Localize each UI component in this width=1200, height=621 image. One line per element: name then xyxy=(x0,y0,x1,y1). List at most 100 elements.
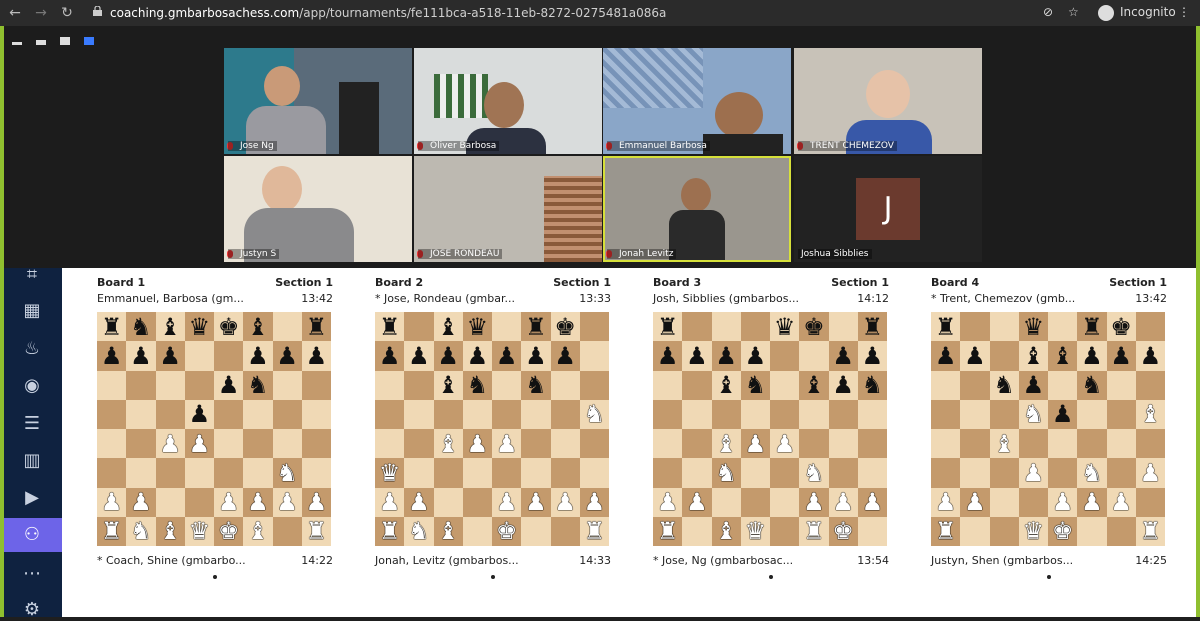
board-square[interactable] xyxy=(155,487,185,517)
board-square[interactable] xyxy=(272,429,302,459)
board-square[interactable] xyxy=(214,429,244,459)
board-square[interactable] xyxy=(989,341,1019,371)
board-square[interactable] xyxy=(184,487,214,517)
white-pawn-icon[interactable]: ♟ xyxy=(130,490,152,514)
board-square[interactable]: ♟ xyxy=(653,487,683,517)
black-bishop-icon[interactable]: ♝ xyxy=(715,373,737,397)
board-square[interactable] xyxy=(857,399,887,429)
board-square[interactable] xyxy=(1077,429,1107,459)
board-square[interactable]: ♟ xyxy=(682,341,712,371)
board-square[interactable] xyxy=(375,399,405,429)
board-square[interactable]: ♛ xyxy=(462,312,492,342)
settings-gear-icon[interactable]: ⚙ xyxy=(21,599,43,621)
board-square[interactable] xyxy=(989,458,1019,488)
board-square[interactable] xyxy=(770,487,800,517)
black-pawn-icon[interactable]: ♟ xyxy=(1023,373,1045,397)
board-pager-dot[interactable] xyxy=(769,575,773,579)
board-square[interactable] xyxy=(1106,399,1136,429)
board-square[interactable] xyxy=(1135,429,1165,459)
board-square[interactable]: ♛ xyxy=(1018,312,1048,342)
board-square[interactable]: ♛ xyxy=(770,312,800,342)
black-bishop-icon[interactable]: ♝ xyxy=(159,315,181,339)
view-medium-icon[interactable] xyxy=(60,37,71,45)
board-square[interactable]: ♞ xyxy=(1077,458,1107,488)
board-square[interactable] xyxy=(579,341,609,371)
black-queen-icon[interactable]: ♛ xyxy=(1023,315,1045,339)
black-knight-icon[interactable]: ♞ xyxy=(130,315,152,339)
board-square[interactable] xyxy=(960,370,990,400)
board-square[interactable]: ♟ xyxy=(711,341,741,371)
board-square[interactable]: ♟ xyxy=(462,429,492,459)
black-pawn-icon[interactable]: ♟ xyxy=(247,344,269,368)
video-tile[interactable]: TRENT CHEMEZOV xyxy=(794,48,982,154)
board-square[interactable] xyxy=(682,516,712,546)
black-pawn-icon[interactable]: ♟ xyxy=(1110,344,1132,368)
board-square[interactable] xyxy=(243,458,273,488)
white-pawn-icon[interactable]: ♟ xyxy=(496,490,518,514)
board-square[interactable]: ♟ xyxy=(828,487,858,517)
board-square[interactable]: ♟ xyxy=(97,341,127,371)
white-pawn-icon[interactable]: ♟ xyxy=(306,490,328,514)
white-rook-icon[interactable]: ♜ xyxy=(584,519,606,543)
board-square[interactable]: ♝ xyxy=(711,370,741,400)
black-rook-icon[interactable]: ♜ xyxy=(379,315,401,339)
chessboard[interactable]: ♜ ♞ ♝ ♛ ♚ ♝ ♜ ♟ ♟ ♟ ♟ ♟ ♟ ♟ ♞ ♟ ♟ ♟ ♞ ♟ ♟ ♟ ♟ ♟ ♟ ♜ ♞ ♝ ♛ ♚ ♝ ♜ xyxy=(97,312,331,546)
white-queen-icon[interactable]: ♛ xyxy=(379,461,401,485)
board-square[interactable]: ♟ xyxy=(579,487,609,517)
board-square[interactable] xyxy=(462,516,492,546)
white-pawn-icon[interactable]: ♟ xyxy=(1081,490,1103,514)
board-square[interactable]: ♞ xyxy=(989,370,1019,400)
white-pawn-icon[interactable]: ♟ xyxy=(832,490,854,514)
board-square[interactable]: ♟ xyxy=(126,487,156,517)
board-square[interactable] xyxy=(653,429,683,459)
board-square[interactable]: ♟ xyxy=(301,341,331,371)
board-square[interactable] xyxy=(1077,516,1107,546)
board-square[interactable] xyxy=(1106,458,1136,488)
white-bishop-icon[interactable]: ♝ xyxy=(247,519,269,543)
board-square[interactable] xyxy=(550,458,580,488)
board-square[interactable] xyxy=(521,516,551,546)
board-square[interactable]: ♟ xyxy=(492,341,522,371)
board-square[interactable]: ♟ xyxy=(404,487,434,517)
board-square[interactable]: ♝ xyxy=(711,429,741,459)
white-pawn-icon[interactable]: ♟ xyxy=(745,432,767,456)
black-pawn-icon[interactable]: ♟ xyxy=(379,344,401,368)
board-square[interactable]: ♚ xyxy=(799,312,829,342)
board-square[interactable]: ♜ xyxy=(97,312,127,342)
board-square[interactable] xyxy=(155,370,185,400)
black-bishop-icon[interactable]: ♝ xyxy=(803,373,825,397)
board-square[interactable] xyxy=(740,487,770,517)
white-rook-icon[interactable]: ♜ xyxy=(803,519,825,543)
board-square[interactable] xyxy=(770,516,800,546)
board-square[interactable] xyxy=(1135,487,1165,517)
board-square[interactable]: ♟ xyxy=(1018,458,1048,488)
board-square[interactable] xyxy=(682,312,712,342)
gallery-view-icon[interactable] xyxy=(84,37,95,45)
board-square[interactable]: ♟ xyxy=(155,341,185,371)
white-queen-icon[interactable]: ♛ xyxy=(745,519,767,543)
board-square[interactable]: ♟ xyxy=(653,341,683,371)
black-king-icon[interactable]: ♚ xyxy=(803,315,825,339)
board-square[interactable] xyxy=(1048,429,1078,459)
board-square[interactable] xyxy=(740,312,770,342)
board-square[interactable] xyxy=(184,341,214,371)
black-pawn-icon[interactable]: ♟ xyxy=(832,344,854,368)
board-square[interactable]: ♟ xyxy=(1135,341,1165,371)
board-square[interactable] xyxy=(799,399,829,429)
board-square[interactable]: ♟ xyxy=(492,429,522,459)
black-queen-icon[interactable]: ♛ xyxy=(774,315,796,339)
board-square[interactable] xyxy=(960,429,990,459)
black-rook-icon[interactable]: ♜ xyxy=(657,315,679,339)
play-icon[interactable]: ▶ xyxy=(21,487,43,509)
eye-off-icon[interactable]: ⊘ xyxy=(1043,5,1053,19)
board-square[interactable] xyxy=(521,429,551,459)
black-pawn-icon[interactable]: ♟ xyxy=(467,344,489,368)
board-square[interactable] xyxy=(126,458,156,488)
board-square[interactable] xyxy=(492,399,522,429)
board-square[interactable]: ♟ xyxy=(550,487,580,517)
board-square[interactable] xyxy=(404,399,434,429)
black-rook-icon[interactable]: ♜ xyxy=(1081,315,1103,339)
board-square[interactable] xyxy=(550,399,580,429)
board-square[interactable] xyxy=(550,516,580,546)
board-pager-dot[interactable] xyxy=(1047,575,1051,579)
